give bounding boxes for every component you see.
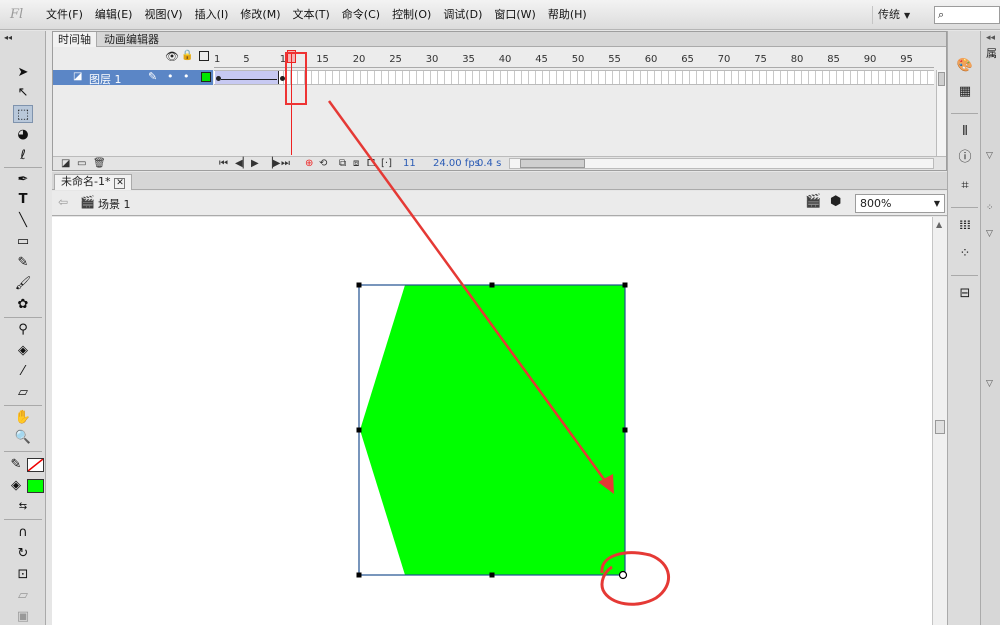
handle-top-right[interactable] xyxy=(622,282,628,288)
handle-right[interactable] xyxy=(622,427,628,433)
handle-left[interactable] xyxy=(356,427,362,433)
handle-top[interactable] xyxy=(489,282,495,288)
handle-top-left[interactable] xyxy=(356,282,362,288)
stage-overlay xyxy=(327,100,671,606)
handle-bottom[interactable] xyxy=(489,572,495,578)
rotate-handle[interactable] xyxy=(618,570,628,580)
handle-bottom-left[interactable] xyxy=(356,572,362,578)
green-hexagon-shape[interactable] xyxy=(360,285,625,575)
